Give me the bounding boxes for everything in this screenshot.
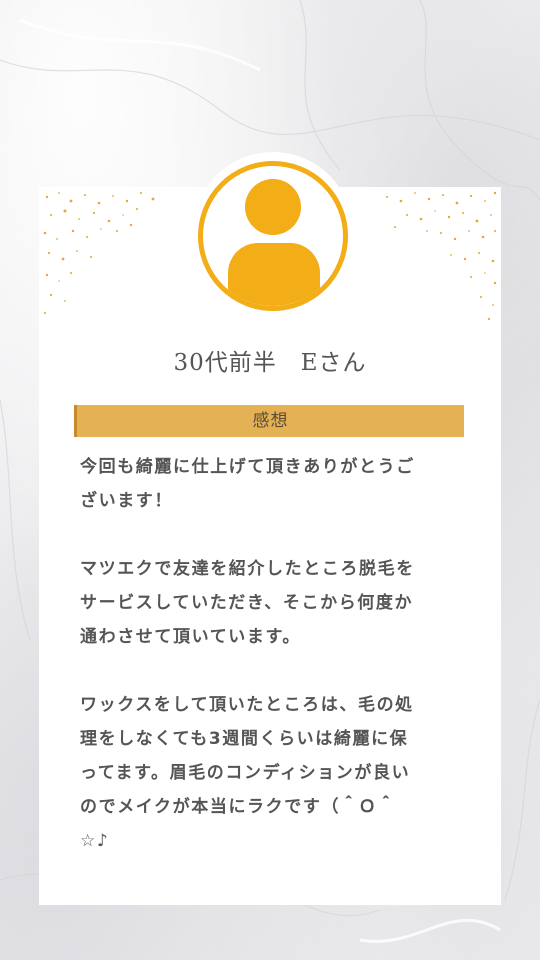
section-label-impressions: 感想	[74, 405, 464, 437]
review-paragraph: マツエクで友達を紹介したところ脱毛を サービスしていただき、そこから何度か 通わ…	[80, 559, 415, 647]
gold-glitter-decoration-right	[386, 191, 497, 321]
review-text: 今回も綺麗に仕上げて頂きありがとうご ざいます！ マツエクで友達を紹介したところ…	[80, 450, 470, 858]
gold-glitter-decoration-left	[43, 192, 155, 314]
reviewer-name: 30代前半 Eさん	[173, 350, 367, 376]
review-paragraph: 今回も綺麗に仕上げて頂きありがとうご ざいます！	[80, 457, 415, 511]
review-paragraph: ワックスをして頂いたところは、毛の処 理をしなくても3週間くらいは綺麗に保 って…	[80, 695, 414, 851]
user-avatar-icon	[198, 161, 348, 311]
avatar-body-shape	[228, 243, 320, 306]
avatar-head-shape	[245, 179, 301, 235]
